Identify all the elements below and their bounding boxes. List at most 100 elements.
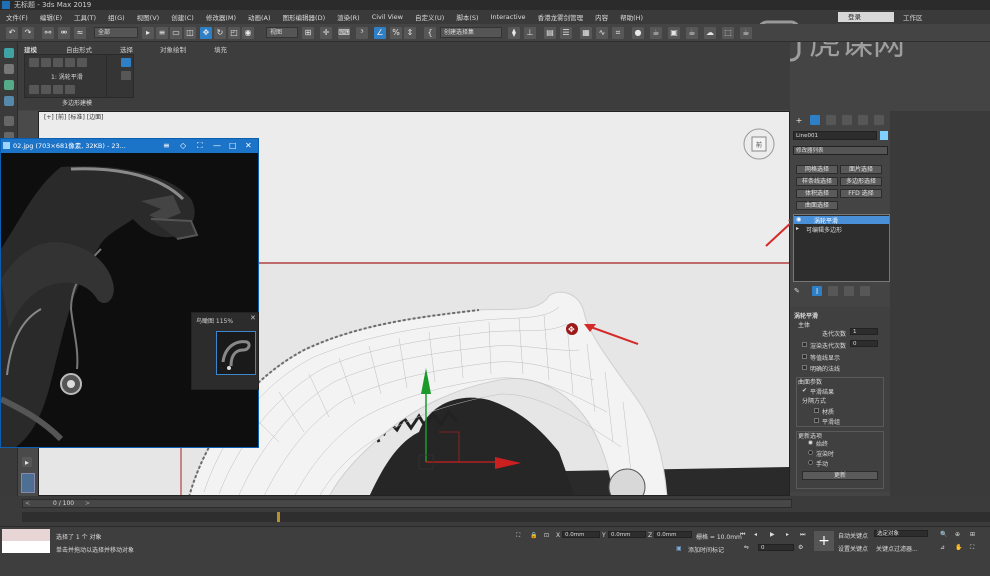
render-iters-spinner[interactable]: 0 (850, 340, 878, 347)
rect-selection-icon[interactable]: ▭ (170, 27, 182, 39)
menu-item[interactable]: 脚本(S) (450, 12, 484, 22)
create-light-icon[interactable] (4, 48, 14, 58)
percent-snap-icon[interactable]: % (390, 27, 402, 39)
undo-icon[interactable]: ↶ (6, 27, 18, 39)
goto-start-icon[interactable]: ⏮ (740, 531, 745, 539)
menu-item[interactable]: 修改器(M) (200, 12, 242, 22)
create-tab-icon[interactable]: + (794, 115, 804, 125)
select-scale-icon[interactable]: ◰ (228, 27, 240, 39)
z-coord-field[interactable]: 0.0mm (654, 531, 692, 538)
a360-icon[interactable]: ⬚ (722, 27, 734, 39)
ribbon-tab[interactable]: 选择 (120, 44, 133, 54)
menu-item[interactable]: 编辑(E) (34, 12, 68, 22)
menu-item[interactable]: 图形编辑器(D) (277, 12, 332, 22)
render-production-icon[interactable]: ☕ (686, 27, 698, 39)
play-icon[interactable]: ▶ (770, 531, 775, 538)
ribbon-tab[interactable]: 对象绘制 (160, 44, 186, 54)
modifier-set-button[interactable]: 多边形选择 (840, 177, 882, 186)
scene-explorer-icon[interactable]: ▤ (544, 27, 556, 39)
select-move-icon[interactable]: ✥ (200, 27, 212, 39)
layers-icon[interactable] (4, 116, 14, 126)
modifier-set-button[interactable]: 面片选择 (840, 165, 882, 174)
zoom-extents-icon[interactable]: ⊞ (970, 531, 975, 538)
place-icon[interactable]: ◉ (242, 27, 254, 39)
ribbon-edge-icon[interactable] (41, 58, 51, 67)
object-name-field[interactable]: Line001 (793, 131, 877, 140)
image-viewer-window[interactable]: 02.jpg (703×681像素, 32KB) - 23... ≡ ◇ ⛶ —… (0, 138, 259, 448)
zoom-icon[interactable]: 🔍 (940, 531, 947, 538)
select-rotate-icon[interactable]: ↻ (214, 27, 226, 39)
selected-object-dropdown[interactable]: 选定对象 (874, 530, 928, 537)
current-frame-field[interactable]: 0 (758, 544, 794, 551)
ribbon-swift-loop-icon[interactable] (121, 58, 131, 67)
keyboard-shortcut-icon[interactable]: ⌨ (338, 27, 350, 39)
set-key-plus-icon[interactable]: + (814, 531, 834, 551)
ribbon-polygon-icon[interactable] (65, 58, 75, 67)
ribbon-nurms-icon[interactable] (121, 71, 131, 80)
explicit-normals-checkbox[interactable] (802, 365, 807, 370)
show-end-result-icon[interactable]: Ⅰ (812, 286, 822, 296)
key-mode-icon[interactable]: ⇋ (744, 544, 749, 551)
manipulate-icon[interactable]: ✛ (320, 27, 332, 39)
named-selection-dropdown[interactable]: 创建选择集 (440, 27, 502, 38)
redo-icon[interactable]: ↷ (22, 27, 34, 39)
menu-item[interactable]: 创建(C) (165, 12, 200, 22)
bind-spacewarp-icon[interactable]: ≈ (74, 27, 86, 39)
curve-editor-icon[interactable]: ∿ (596, 27, 608, 39)
menu-item[interactable]: 文件(F) (0, 12, 34, 22)
viewer-pin-icon[interactable]: ◇ (180, 139, 186, 153)
pin-stack-icon[interactable]: ✎ (794, 287, 800, 295)
track-bar[interactable] (22, 512, 990, 522)
maxscript-input[interactable] (2, 541, 50, 553)
selection-filter-dropdown[interactable]: 全部 (94, 27, 138, 38)
viewer-menu-icon[interactable]: ≡ (163, 139, 170, 153)
viewer-fullscreen-icon[interactable]: ⛶ (197, 139, 203, 153)
modifier-stack[interactable]: ◉ 涡轮平滑 ▸ 可编辑多边形 (793, 214, 890, 282)
link-icon[interactable]: ⚯ (42, 27, 54, 39)
rollout-title[interactable]: 涡轮平滑 (794, 311, 818, 320)
layer-explorer-icon[interactable]: ☰ (560, 27, 572, 39)
isoline-checkbox[interactable] (802, 354, 807, 359)
mirror-icon[interactable]: ⧫ (508, 27, 520, 39)
sphere-icon[interactable] (4, 64, 14, 74)
viewport-label[interactable]: [+] [前] [标准] [边面] (44, 112, 103, 121)
align-icon[interactable]: ⊥ (524, 27, 536, 39)
next-key-icon[interactable]: ▸ (786, 531, 789, 538)
select-object-icon[interactable]: ▸ (142, 27, 154, 39)
edit-named-sets-icon[interactable]: { (424, 27, 436, 39)
hierarchy-tab-icon[interactable] (826, 115, 836, 125)
ribbon-element-icon[interactable] (77, 58, 87, 67)
ribbon-toggle-icon[interactable]: ▦ (580, 27, 592, 39)
smoothing-groups-checkbox[interactable] (814, 418, 819, 423)
prev-key-icon[interactable]: ◂ (754, 531, 757, 538)
expand-triangle-icon[interactable]: ▸ (796, 225, 799, 232)
add-time-tag[interactable]: 添加时间标记 (688, 545, 724, 554)
image-viewer-titlebar[interactable]: 02.jpg (703×681像素, 32KB) - 23... ≡ ◇ ⛶ —… (1, 139, 258, 153)
menu-item[interactable]: 工具(T) (68, 12, 102, 22)
fov-icon[interactable]: ⊿ (940, 544, 945, 551)
pivot-center-icon[interactable]: ⊞ (302, 27, 314, 39)
navigator-panel[interactable]: 鸟瞰图 115% ✕ (191, 312, 259, 390)
ribbon-tab[interactable]: 自由形式 (66, 44, 92, 54)
remove-modifier-icon[interactable] (844, 286, 854, 296)
lock-selection-icon[interactable]: 🔒 (530, 532, 537, 539)
menu-item[interactable]: 组(G) (102, 12, 131, 22)
update-button[interactable]: 更新 (802, 471, 878, 480)
modifier-set-button[interactable]: 曲面选择 (796, 201, 838, 210)
pan-icon[interactable]: ✋ (955, 544, 962, 551)
modifier-set-button[interactable]: 体积选择 (796, 189, 838, 198)
minimize-icon[interactable]: — (213, 139, 221, 153)
when-rendering-radio[interactable] (808, 450, 813, 455)
menu-item[interactable]: 帮助(H) (614, 12, 649, 22)
smooth-result-checkmark-icon[interactable]: ✔ (802, 387, 807, 394)
modify-tab-icon[interactable] (810, 115, 820, 125)
ribbon-show-end-icon[interactable] (53, 85, 63, 94)
render-setup-icon[interactable]: ☕ (650, 27, 662, 39)
motion-tab-icon[interactable] (842, 115, 852, 125)
helper-icon[interactable] (4, 80, 14, 90)
maximize-viewport-icon[interactable]: ⛶ (970, 544, 974, 552)
schematic-view-icon[interactable]: ⌗ (612, 27, 624, 39)
menu-item[interactable]: Interactive (485, 13, 532, 21)
modifier-list-dropdown[interactable]: 修改器列表 (793, 146, 888, 155)
menu-item[interactable]: Civil View (366, 13, 409, 21)
